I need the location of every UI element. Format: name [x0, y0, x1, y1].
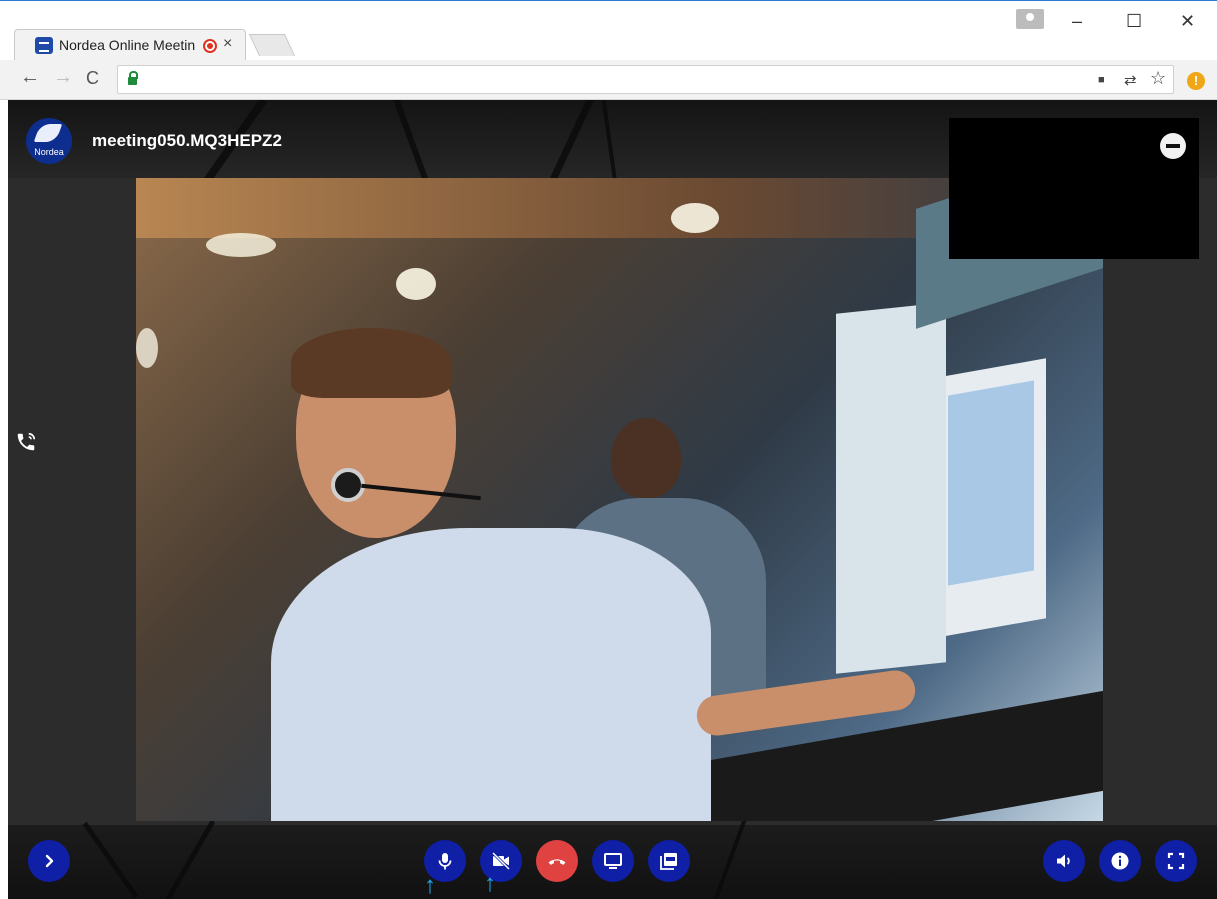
window-maximize-button[interactable]: ☐: [1126, 11, 1142, 32]
tab-title: Nordea Online Meetin: [59, 37, 196, 53]
fullscreen-button[interactable]: [1155, 840, 1197, 882]
sail-icon: [33, 124, 63, 142]
reload-button[interactable]: C: [86, 68, 99, 89]
remote-video: [136, 178, 1103, 821]
minimize-selfview-button[interactable]: [1160, 133, 1186, 159]
browser-titlebar: Nordea Online Meetin × – ☐ ✕: [0, 0, 1217, 60]
lock-icon: [128, 71, 138, 85]
monitor-icon: [604, 853, 622, 869]
speaker-icon: [1057, 854, 1070, 868]
phone-hangup-icon: [548, 859, 566, 865]
browser-toolbar: ← → C ■ ⇄ ☆ !: [0, 60, 1217, 100]
video-off-icon: [491, 851, 511, 871]
expand-button[interactable]: [28, 840, 70, 882]
annotation-arrow: ↑: [484, 870, 496, 897]
window-minimize-button[interactable]: –: [1072, 11, 1082, 32]
annotation-arrow: ↑: [424, 872, 436, 899]
browser-tab[interactable]: Nordea Online Meetin ×: [14, 29, 246, 60]
address-bar[interactable]: ■ ⇄ ☆: [117, 65, 1174, 94]
recording-icon: [203, 39, 217, 53]
tab-close-button[interactable]: ×: [223, 35, 232, 53]
back-button[interactable]: ←: [20, 66, 40, 89]
meeting-id: meeting050.MQ3HEPZ2: [92, 131, 282, 150]
phone-call-icon[interactable]: [8, 425, 44, 459]
nordea-favicon-icon: [35, 37, 53, 54]
camera-icon[interactable]: ■: [1098, 74, 1105, 86]
info-icon: [1111, 852, 1129, 870]
window-close-button[interactable]: ✕: [1180, 11, 1195, 32]
fullscreen-icon: [1167, 852, 1185, 870]
hangup-button[interactable]: [536, 840, 578, 882]
chevron-right-icon: [45, 854, 54, 868]
profile-icon[interactable]: [1016, 9, 1044, 29]
alert-icon[interactable]: !: [1187, 72, 1205, 90]
bookmark-star-icon[interactable]: ☆: [1150, 68, 1166, 89]
logo-text: Nordea: [34, 147, 64, 157]
microphone-icon: [438, 853, 452, 870]
forward-button[interactable]: →: [53, 66, 73, 89]
phone-svg: [17, 432, 36, 451]
nordea-logo: Nordea: [26, 118, 72, 164]
new-tab-button[interactable]: [248, 34, 296, 56]
volume-button[interactable]: [1043, 840, 1085, 882]
screen-share-button[interactable]: [592, 840, 634, 882]
translate-icon[interactable]: ⇄: [1124, 71, 1137, 89]
pdf-button[interactable]: [648, 840, 690, 882]
self-view: [949, 118, 1199, 259]
info-button[interactable]: [1099, 840, 1141, 882]
pdf-icon: [660, 853, 677, 870]
meeting-app: Nordea meeting050.MQ3HEPZ2 ↑ ↑: [8, 100, 1217, 899]
